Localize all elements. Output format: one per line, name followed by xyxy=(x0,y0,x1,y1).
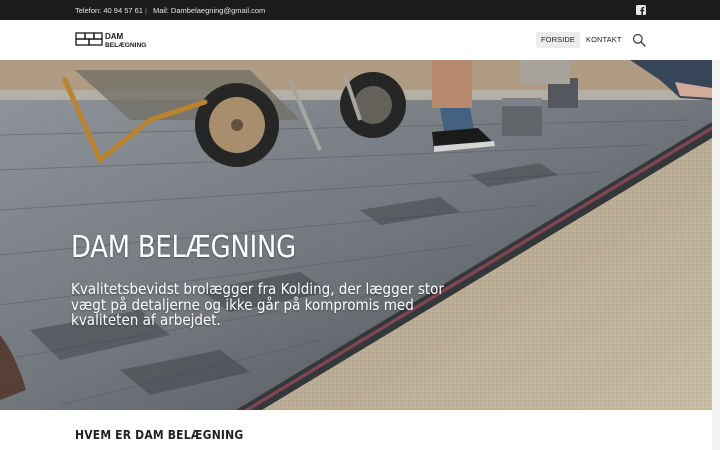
logo-text-belaegning: BELÆGNING xyxy=(105,42,146,49)
email-address[interactable]: Mail: Dambelaegning@gmail.com xyxy=(153,6,265,15)
page-scrollbar-track[interactable] xyxy=(712,60,720,450)
nav-kontakt[interactable]: KONTAKT xyxy=(581,32,627,48)
nav-forside[interactable]: FORSIDE xyxy=(536,32,581,48)
site-header: DAM BELÆGNING FORSIDE KONTAKT xyxy=(0,20,720,60)
logo-text-dam: DAM xyxy=(105,32,124,41)
phone-number[interactable]: Telefon: 40 94 57 61 xyxy=(75,6,143,15)
top-info-bar: Telefon: 40 94 57 61 | Mail: Dambelaegni… xyxy=(0,0,720,20)
section-title-who: HVEM ER DAM BELÆGNING xyxy=(75,428,244,442)
search-icon[interactable] xyxy=(632,33,646,47)
topbar-separator: | xyxy=(145,5,147,15)
hero-title: DAM BELÆGNING xyxy=(71,230,296,265)
facebook-icon[interactable] xyxy=(636,5,646,15)
dam-belaegning-logo[interactable]: DAM BELÆGNING xyxy=(75,30,147,50)
hero-banner: DAM BELÆGNING Kvalitetsbevidst brolægger… xyxy=(0,60,712,410)
hero-tagline: Kvalitetsbevidst brolægger fra Kolding, … xyxy=(71,280,444,329)
